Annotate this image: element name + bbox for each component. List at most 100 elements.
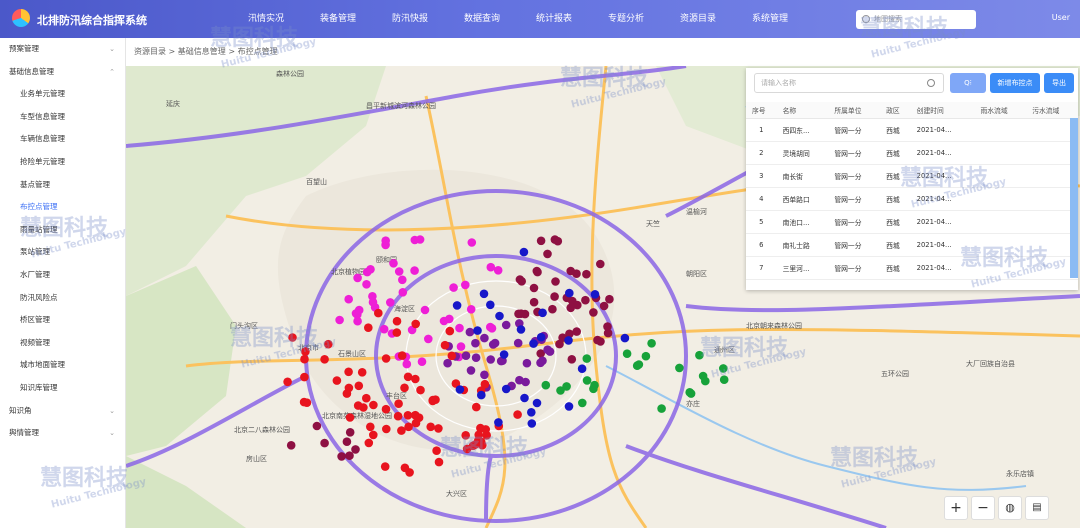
control-point-marker[interactable] bbox=[312, 421, 322, 431]
sidebar-item-11[interactable]: 水厂管理 bbox=[0, 264, 125, 287]
control-point-marker[interactable] bbox=[397, 351, 407, 360]
control-point-marker[interactable] bbox=[641, 351, 651, 361]
control-point-marker[interactable] bbox=[439, 316, 449, 326]
control-point-marker[interactable] bbox=[532, 398, 542, 408]
control-point-marker[interactable] bbox=[434, 424, 443, 433]
control-point-marker[interactable] bbox=[532, 266, 542, 276]
control-point-marker[interactable] bbox=[434, 457, 444, 467]
nav-item-2[interactable]: 装备管理 bbox=[302, 0, 374, 38]
control-point-marker[interactable] bbox=[410, 235, 420, 245]
control-point-marker[interactable] bbox=[344, 367, 353, 377]
control-point-marker[interactable] bbox=[657, 404, 666, 413]
control-point-marker[interactable] bbox=[300, 372, 309, 382]
control-point-marker[interactable] bbox=[440, 340, 450, 350]
control-point-marker[interactable] bbox=[596, 259, 605, 269]
control-point-marker[interactable] bbox=[420, 305, 430, 315]
control-point-marker[interactable] bbox=[565, 288, 574, 298]
control-point-marker[interactable] bbox=[414, 413, 424, 423]
table-row[interactable]: 2 灵境胡同 管网一分 西城 2021-04... bbox=[746, 141, 1078, 165]
sidebar-item-14[interactable]: 视频管理 bbox=[0, 332, 125, 355]
control-point-marker[interactable] bbox=[567, 355, 577, 364]
control-point-marker[interactable] bbox=[354, 305, 364, 315]
zoom-out-button[interactable]: − bbox=[971, 496, 995, 520]
control-point-marker[interactable] bbox=[486, 262, 496, 272]
control-point-marker[interactable] bbox=[527, 419, 537, 428]
control-point-marker[interactable] bbox=[337, 452, 346, 461]
control-point-marker[interactable] bbox=[445, 326, 455, 336]
control-point-marker[interactable] bbox=[466, 366, 476, 375]
control-point-marker[interactable] bbox=[572, 327, 581, 336]
control-point-marker[interactable] bbox=[416, 385, 425, 395]
control-point-marker[interactable] bbox=[478, 440, 487, 450]
control-point-marker[interactable] bbox=[403, 411, 413, 420]
control-point-marker[interactable] bbox=[550, 292, 559, 301]
control-point-marker[interactable] bbox=[490, 338, 500, 348]
control-point-marker[interactable] bbox=[462, 444, 472, 454]
control-point-marker[interactable] bbox=[404, 422, 413, 432]
nav-item-8[interactable]: 系统管理 bbox=[734, 0, 806, 38]
control-point-marker[interactable] bbox=[519, 247, 529, 257]
control-point-marker[interactable] bbox=[353, 401, 363, 410]
control-point-marker[interactable] bbox=[379, 324, 389, 334]
sidebar-item-10[interactable]: 泵站管理 bbox=[0, 241, 125, 264]
control-point-marker[interactable] bbox=[386, 298, 395, 307]
control-point-marker[interactable] bbox=[529, 297, 539, 307]
control-point-marker[interactable] bbox=[380, 462, 390, 471]
control-point-marker[interactable] bbox=[342, 437, 352, 447]
control-point-marker[interactable] bbox=[529, 283, 539, 293]
control-point-marker[interactable] bbox=[529, 339, 538, 348]
control-point-marker[interactable] bbox=[493, 266, 503, 275]
control-point-marker[interactable] bbox=[521, 377, 530, 387]
control-point-marker[interactable] bbox=[675, 363, 684, 373]
control-point-marker[interactable] bbox=[461, 280, 470, 290]
control-point-marker[interactable] bbox=[582, 376, 592, 385]
layers-icon[interactable]: ▤ bbox=[1025, 496, 1049, 520]
control-point-marker[interactable] bbox=[410, 266, 419, 275]
control-point-marker[interactable] bbox=[301, 347, 310, 356]
breadcrumb-item[interactable]: 基础信息管理 bbox=[178, 47, 226, 56]
control-point-marker[interactable] bbox=[342, 389, 352, 398]
control-point-marker[interactable] bbox=[320, 438, 329, 448]
control-point-marker[interactable] bbox=[364, 323, 373, 333]
control-point-marker[interactable] bbox=[345, 413, 355, 422]
control-point-marker[interactable] bbox=[417, 357, 427, 367]
control-point-marker[interactable] bbox=[389, 259, 398, 268]
control-point-marker[interactable] bbox=[622, 349, 632, 359]
table-row[interactable]: 3 南长街 管网一分 西城 2021-04... bbox=[746, 164, 1078, 188]
control-point-marker[interactable] bbox=[398, 275, 407, 285]
sidebar-item-7[interactable]: 基点管理 bbox=[0, 174, 125, 197]
control-point-marker[interactable] bbox=[479, 289, 489, 299]
control-point-marker[interactable] bbox=[564, 402, 574, 411]
control-point-marker[interactable] bbox=[288, 333, 297, 342]
control-point-marker[interactable] bbox=[543, 249, 552, 259]
control-point-marker[interactable] bbox=[527, 408, 536, 417]
control-point-marker[interactable] bbox=[354, 381, 364, 391]
control-point-marker[interactable] bbox=[566, 266, 575, 276]
control-point-marker[interactable] bbox=[578, 398, 587, 408]
control-point-marker[interactable] bbox=[486, 300, 495, 310]
control-point-marker[interactable] bbox=[589, 384, 598, 394]
control-point-marker[interactable] bbox=[480, 333, 489, 343]
control-point-marker[interactable] bbox=[581, 295, 590, 305]
control-point-marker[interactable] bbox=[477, 390, 486, 400]
add-control-point-button[interactable]: 新增布控点 bbox=[990, 73, 1040, 93]
nav-item-3[interactable]: 防汛快报 bbox=[374, 0, 446, 38]
control-point-marker[interactable] bbox=[345, 451, 354, 461]
breadcrumb-item[interactable]: 资源目录 bbox=[134, 47, 166, 56]
control-point-marker[interactable] bbox=[382, 424, 391, 434]
control-point-marker[interactable] bbox=[590, 290, 600, 299]
control-point-marker[interactable] bbox=[335, 315, 344, 325]
control-point-marker[interactable] bbox=[283, 377, 292, 387]
control-point-marker[interactable] bbox=[543, 345, 552, 355]
control-point-marker[interactable] bbox=[647, 339, 656, 348]
table-scrollbar[interactable] bbox=[1070, 118, 1078, 278]
sidebar-item-3[interactable]: 业务单元管理 bbox=[0, 83, 125, 106]
control-point-marker[interactable] bbox=[603, 322, 612, 331]
control-point-marker[interactable] bbox=[452, 301, 462, 310]
sidebar-item-9[interactable]: 雨量站管理 bbox=[0, 219, 125, 242]
control-point-marker[interactable] bbox=[366, 422, 375, 432]
table-row[interactable]: 6 南礼士路 管网一分 西城 2021-04... bbox=[746, 233, 1078, 257]
control-point-marker[interactable] bbox=[411, 319, 421, 329]
control-point-marker[interactable] bbox=[426, 422, 436, 432]
sidebar-item-12[interactable]: 防汛风险点 bbox=[0, 287, 125, 310]
